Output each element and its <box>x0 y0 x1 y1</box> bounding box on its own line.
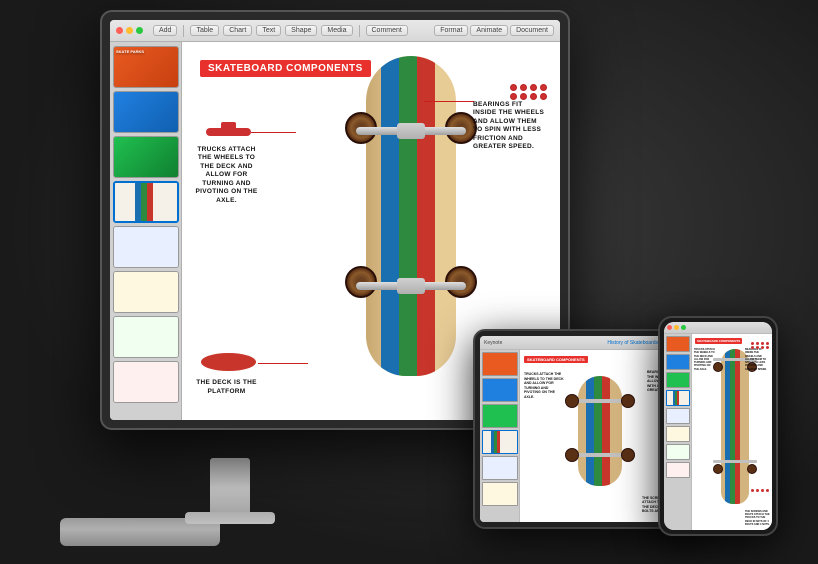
trucks-annotation: TRUCKS ATTACH THE WHEELS TO THE DECK AND… <box>194 146 259 205</box>
bearing-dot-6 <box>520 93 527 100</box>
close-button[interactable] <box>116 27 123 34</box>
phone-content-area: skateboard components TRUCKS <box>692 334 772 530</box>
phone-thumb-6[interactable] <box>666 426 690 442</box>
text-button[interactable]: Text <box>256 25 281 36</box>
phone-thumb-5[interactable] <box>666 408 690 424</box>
bearing-dots <box>510 84 548 100</box>
slide-thumb-7[interactable] <box>113 316 179 358</box>
add-button[interactable]: Add <box>153 25 177 36</box>
slide-thumb-8[interactable] <box>113 361 179 403</box>
tablet-app-name: Keynote <box>484 340 502 346</box>
stripe-blue <box>381 56 399 376</box>
traffic-lights <box>116 27 143 34</box>
phone-bearing-dots <box>751 342 770 349</box>
media-button[interactable]: Media <box>321 25 352 36</box>
phone-thumb-8[interactable] <box>666 462 690 478</box>
bearing-dot-4 <box>540 84 547 91</box>
table-button[interactable]: Table <box>190 25 219 36</box>
slide-thumb-2[interactable] <box>113 91 179 133</box>
phone-bearings-text: BEARINGS FIT INSIDE THE WHEELS AND ALLOW… <box>745 348 770 371</box>
chart-button[interactable]: Chart <box>223 25 252 36</box>
minimize-button[interactable] <box>126 27 133 34</box>
phone-thumb-2[interactable] <box>666 354 690 370</box>
phone-toolbar <box>664 322 772 334</box>
toolbar-separator <box>183 25 184 37</box>
tablet-slide-panel <box>480 350 520 522</box>
phone-slide-panel <box>664 334 692 530</box>
tablet-presentation-title: History of Skateboards <box>607 340 658 346</box>
deck-connector-line <box>258 363 308 364</box>
truck-base-bottom <box>397 278 425 294</box>
phone-tl-green[interactable] <box>681 325 686 330</box>
monitor-stand <box>210 458 250 518</box>
tablet-skateboard <box>570 368 630 498</box>
thumb-sk-board <box>115 183 177 221</box>
phone-thumb-1[interactable] <box>666 336 690 352</box>
format-button[interactable]: Format <box>434 25 468 36</box>
deck-body <box>366 56 456 376</box>
truck-base-top <box>397 123 425 139</box>
phone-thumb-4-active[interactable] <box>666 390 690 406</box>
slide-thumb-1[interactable]: SKATE PARKS <box>113 46 179 88</box>
truck-bottom <box>351 271 471 301</box>
tablet-thumb-4-active[interactable] <box>482 430 518 454</box>
bearing-dot-5 <box>510 93 517 100</box>
slide-panel: SKATE PARKS <box>110 42 182 420</box>
bearing-dot-7 <box>530 93 537 100</box>
slide-thumb-3[interactable] <box>113 136 179 178</box>
truck-bar-top <box>356 127 466 135</box>
tablet-trucks-text: TRUCKS ATTACH THE WHEELS TO THE DECK AND… <box>524 372 566 399</box>
slide-thumb-6[interactable] <box>113 271 179 313</box>
phone-thumb-3[interactable] <box>666 372 690 388</box>
document-button[interactable]: Document <box>510 25 554 36</box>
comment-button[interactable]: Comment <box>366 25 408 36</box>
bearing-connector-line <box>424 101 474 102</box>
slide-thumb-4-active[interactable] <box>113 181 179 223</box>
toolbar-separator-2 <box>359 25 360 37</box>
slide-thumb-5[interactable] <box>113 226 179 268</box>
phone-thumb-7[interactable] <box>666 444 690 460</box>
stripe-red <box>417 56 435 376</box>
truck-bar-bottom <box>356 282 466 290</box>
phone-tl-yellow[interactable] <box>674 325 679 330</box>
truck-top <box>351 116 471 146</box>
phone-screen: skateboard components TRUCKS <box>664 322 772 530</box>
tablet-thumb-1[interactable] <box>482 352 518 376</box>
bearing-dot-3 <box>530 84 537 91</box>
deck-annotation: THE DECK IS THE PLATFORM <box>194 379 259 396</box>
bearing-dot-1 <box>510 84 517 91</box>
truck-connector-line <box>251 132 296 133</box>
shape-button[interactable]: Shape <box>285 25 317 36</box>
truck-icon-svg <box>206 118 251 146</box>
animate-button[interactable]: Animate <box>470 25 508 36</box>
phone: skateboard components TRUCKS <box>658 316 778 536</box>
tablet-thumb-2[interactable] <box>482 378 518 402</box>
bearing-dot-8 <box>540 93 547 100</box>
phone-screws-text: THE SCREWS AND BOLTS ATTACH THE TRUCKS T… <box>745 510 770 526</box>
deck-oval <box>201 353 256 371</box>
monitor-stand-base <box>185 512 275 524</box>
phone-trucks-text: TRUCKS ATTACH THE WHEELS TO THE DECK AND… <box>694 348 716 371</box>
bearings-annotation: BEARINGS FIT INSIDE THE WHEELS AND ALLOW… <box>473 101 548 152</box>
tablet-thumb-6[interactable] <box>482 482 518 506</box>
bearing-dot-2 <box>520 84 527 91</box>
tablet-slide-title: skateboard components <box>524 356 588 363</box>
tablet-thumb-5[interactable] <box>482 456 518 480</box>
fullscreen-button[interactable] <box>136 27 143 34</box>
keynote-toolbar: Add Table Chart Text Shape Media Comment… <box>110 20 560 42</box>
tablet-thumb-3[interactable] <box>482 404 518 428</box>
stripe-green <box>399 56 417 376</box>
phone-tl-red[interactable] <box>667 325 672 330</box>
phone-screw-dots <box>751 489 770 492</box>
phone-main: skateboard components TRUCKS <box>664 334 772 530</box>
